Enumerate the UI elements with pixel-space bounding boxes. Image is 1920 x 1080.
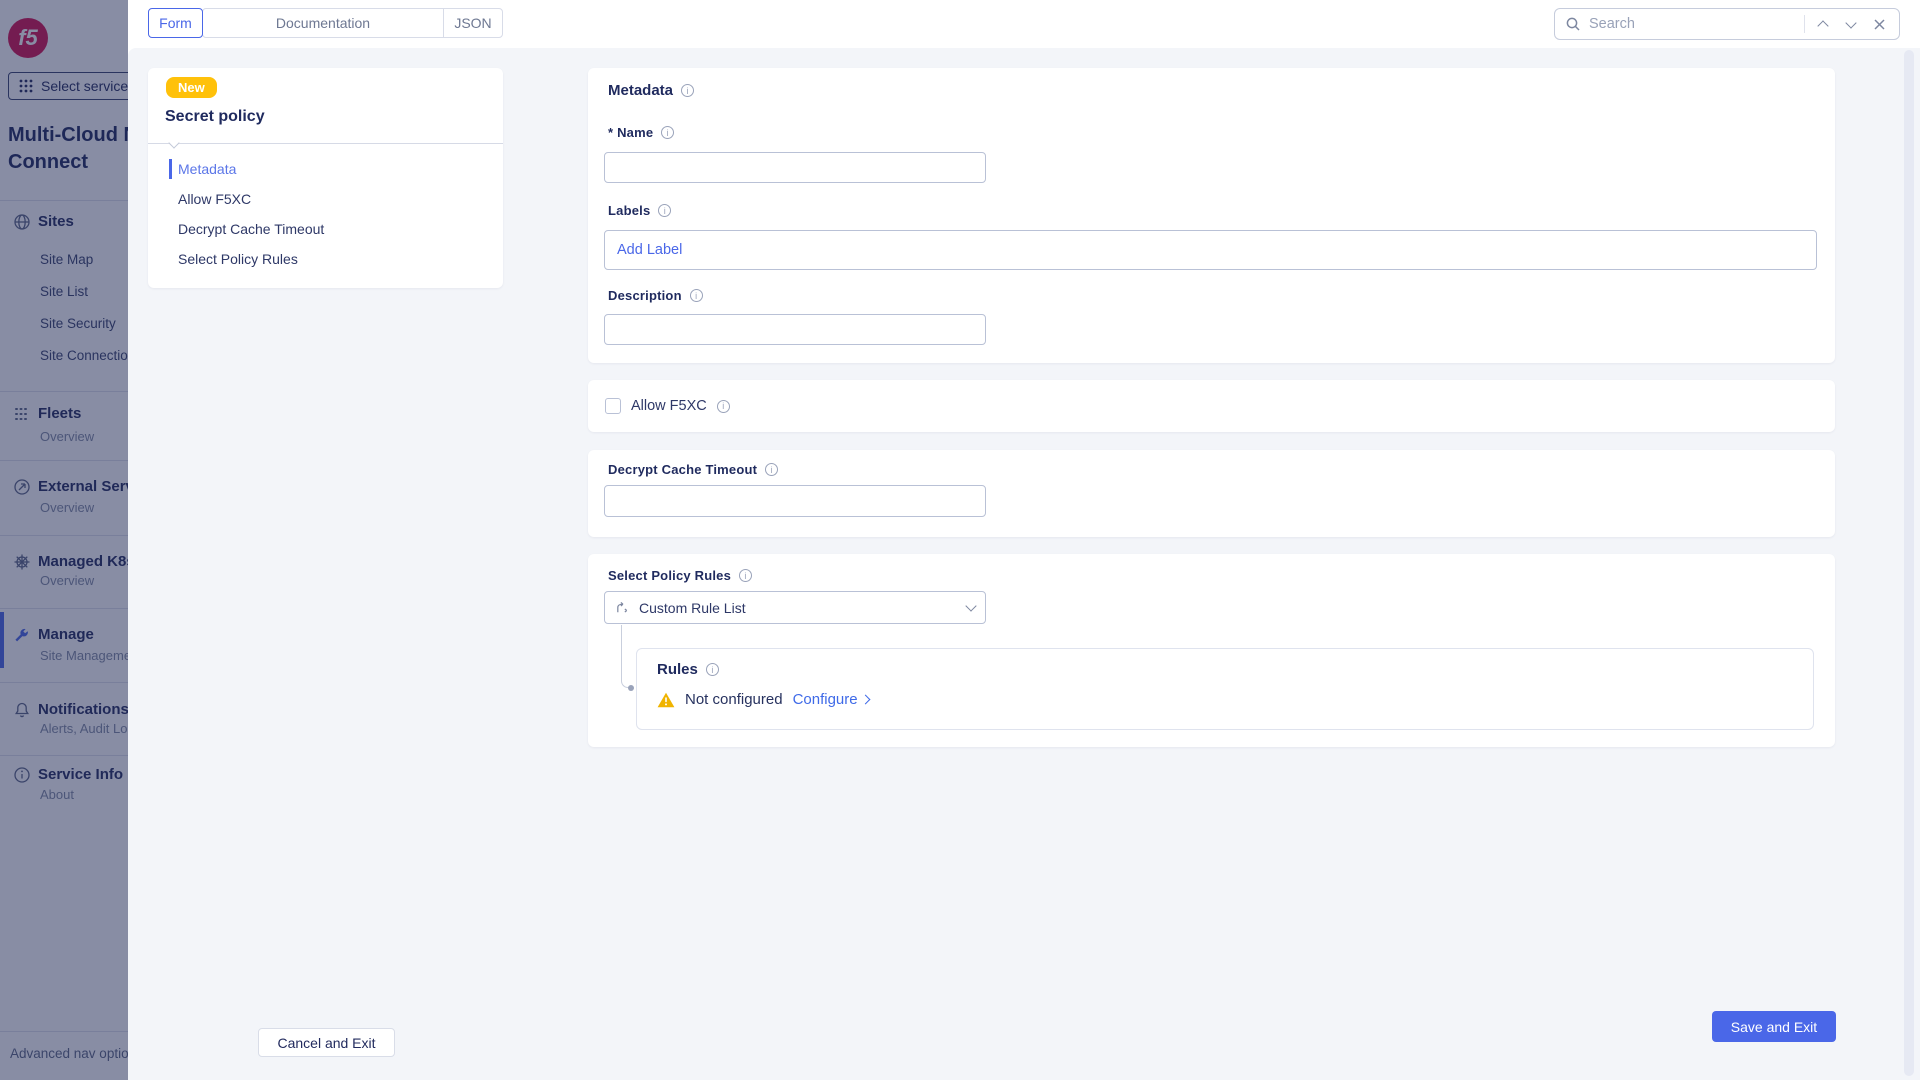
secret-policy-modal: Form Documentation JSON	[128, 0, 1920, 1080]
chevron-down-icon	[965, 600, 976, 611]
chevron-right-icon	[860, 695, 870, 705]
allow-f5xc-section: Allow F5XC	[588, 380, 1835, 432]
tab-json[interactable]: JSON	[443, 8, 503, 38]
search-widget	[1554, 8, 1900, 40]
wizard-nav-metadata[interactable]: Metadata	[148, 154, 503, 184]
cancel-and-exit-button[interactable]: Cancel and Exit	[258, 1028, 395, 1057]
description-input[interactable]	[604, 314, 986, 345]
wizard-title: Secret policy	[165, 108, 265, 126]
rules-heading: Rules	[657, 661, 698, 678]
metadata-section: Metadata * Name Labels Add Label Descrip…	[588, 68, 1835, 363]
search-icon	[1565, 16, 1581, 32]
select-policy-rules-section: Select Policy Rules Custom Rule List	[588, 554, 1835, 747]
info-icon[interactable]	[706, 663, 719, 676]
collapse-caret-icon[interactable]	[168, 137, 179, 148]
search-next-button[interactable]	[1841, 14, 1861, 34]
divider	[1804, 15, 1805, 33]
name-label: * Name	[608, 125, 653, 140]
rules-subsection: Rules Not configured Configure	[636, 648, 1814, 730]
new-badge: New	[166, 77, 217, 98]
scrollbar[interactable]	[1904, 50, 1914, 1076]
tab-form[interactable]: Form	[148, 8, 203, 38]
info-icon[interactable]	[739, 569, 752, 582]
screen: f5 Select service Multi-Cloud Network Co…	[0, 0, 1920, 1080]
policy-rules-select[interactable]: Custom Rule List	[604, 591, 986, 624]
wizard-nav-decrypt-cache-timeout[interactable]: Decrypt Cache Timeout	[148, 214, 503, 244]
view-tabs: Form Documentation JSON	[148, 8, 503, 38]
labels-label: Labels	[608, 203, 650, 218]
decrypt-cache-timeout-section: Decrypt Cache Timeout	[588, 450, 1835, 537]
modal-body: New Secret policy Metadata Allow F5XC De…	[128, 48, 1920, 1080]
configure-link[interactable]: Configure	[793, 691, 869, 708]
allow-f5xc-label: Allow F5XC	[631, 398, 707, 414]
policy-rules-selected-value: Custom Rule List	[639, 600, 958, 616]
info-icon[interactable]	[765, 463, 778, 476]
info-icon[interactable]	[690, 289, 703, 302]
add-label-button[interactable]: Add Label	[617, 242, 682, 258]
info-icon[interactable]	[681, 84, 694, 97]
branch-icon	[615, 600, 630, 615]
description-label: Description	[608, 288, 682, 303]
search-close-icon[interactable]	[1869, 14, 1889, 34]
search-input[interactable]	[1589, 16, 1796, 32]
info-icon[interactable]	[661, 126, 674, 139]
modal-backdrop	[0, 0, 128, 1080]
decrypt-cache-timeout-label: Decrypt Cache Timeout	[608, 462, 757, 477]
metadata-heading: Metadata	[608, 82, 673, 99]
wizard-divider	[148, 143, 503, 144]
rules-status: Not configured	[685, 691, 783, 708]
warning-icon	[657, 692, 675, 708]
nested-connector-dot	[628, 685, 634, 691]
configure-label: Configure	[793, 691, 858, 708]
wizard-panel: New Secret policy Metadata Allow F5XC De…	[148, 68, 503, 288]
tab-documentation[interactable]: Documentation	[202, 8, 444, 38]
modal-topbar: Form Documentation JSON	[128, 0, 1920, 48]
search-prev-button[interactable]	[1813, 14, 1833, 34]
select-policy-rules-label: Select Policy Rules	[608, 568, 731, 583]
nested-connector-line	[621, 625, 631, 688]
allow-f5xc-checkbox[interactable]	[605, 398, 621, 414]
name-input[interactable]	[604, 152, 986, 183]
labels-field[interactable]: Add Label	[604, 230, 1817, 270]
info-icon[interactable]	[717, 400, 730, 413]
info-icon[interactable]	[658, 204, 671, 217]
wizard-nav-select-policy-rules[interactable]: Select Policy Rules	[148, 244, 503, 274]
save-and-exit-button[interactable]: Save and Exit	[1712, 1011, 1836, 1042]
wizard-nav: Metadata Allow F5XC Decrypt Cache Timeou…	[148, 154, 503, 274]
wizard-nav-allow-f5xc[interactable]: Allow F5XC	[148, 184, 503, 214]
decrypt-cache-timeout-input[interactable]	[604, 485, 986, 517]
